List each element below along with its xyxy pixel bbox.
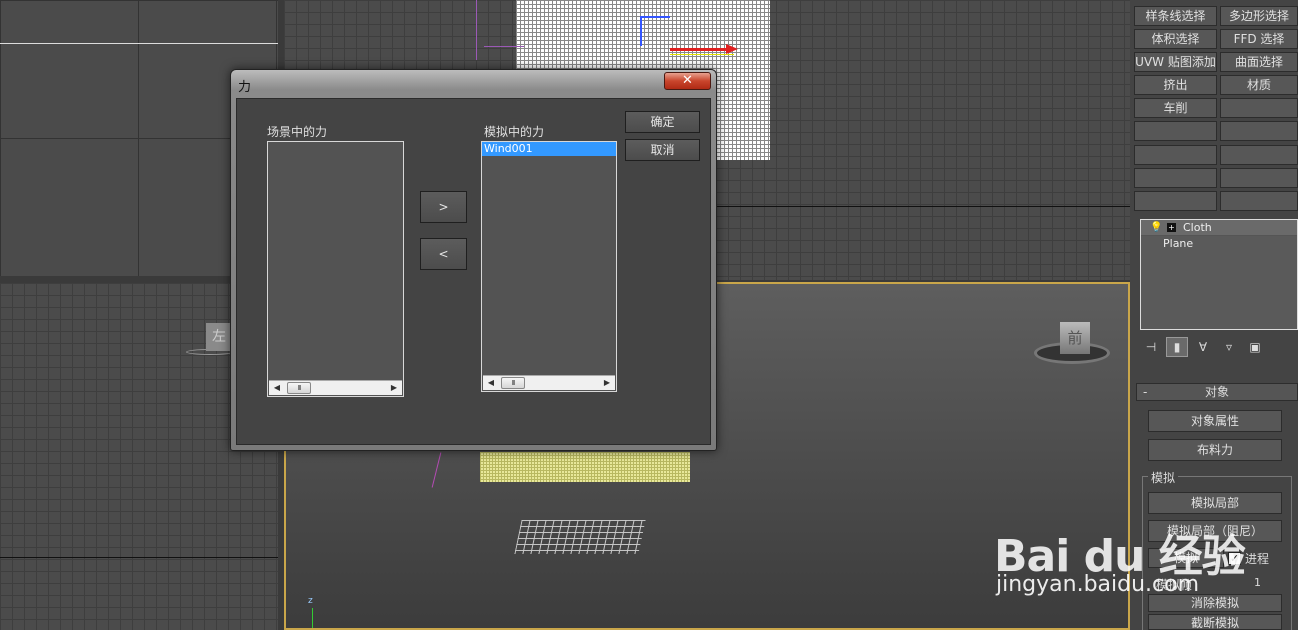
modifier-button[interactable]: 样条线选择 bbox=[1134, 6, 1217, 26]
modifier-stack[interactable]: 💡 + Cloth Plane bbox=[1140, 219, 1298, 330]
dialog-title: 力 bbox=[238, 80, 252, 95]
modifier-button[interactable] bbox=[1220, 168, 1298, 188]
modifier-button[interactable]: 体积选择 bbox=[1134, 29, 1217, 49]
grid-axis-line bbox=[0, 557, 278, 558]
stack-toolbar: ⊣ ▮ ∀ ▿ ▣ bbox=[1140, 336, 1298, 358]
axis-tripod: z bbox=[308, 596, 350, 628]
modifier-button[interactable]: FFD 选择 bbox=[1220, 29, 1298, 49]
remove-modifier-icon[interactable]: ▿ bbox=[1218, 337, 1240, 357]
grid-axis-line bbox=[714, 206, 1130, 207]
scroll-right-icon[interactable]: ▶ bbox=[387, 381, 401, 395]
viewcube-left-label: 左 bbox=[206, 323, 232, 351]
cloth-plane-persp bbox=[480, 452, 690, 482]
pin-stack-icon[interactable]: ⊣ bbox=[1140, 337, 1162, 357]
modifier-button[interactable] bbox=[1134, 191, 1217, 211]
simulate-local-button[interactable]: 模拟局部 bbox=[1148, 492, 1282, 514]
cancel-button[interactable]: 取消 bbox=[625, 139, 700, 161]
sim-forces-list[interactable]: Wind001 ◀ III ▶ bbox=[481, 141, 617, 392]
wind-gizmo-line-h bbox=[484, 46, 524, 47]
modifier-button[interactable] bbox=[1134, 168, 1217, 188]
lightbulb-icon[interactable]: 💡 bbox=[1150, 220, 1162, 236]
scroll-thumb[interactable]: III bbox=[287, 382, 311, 394]
stack-item-plane[interactable]: Plane bbox=[1141, 236, 1297, 252]
scroll-right-icon[interactable]: ▶ bbox=[600, 376, 614, 390]
sim-forces-label: 模拟中的力 bbox=[484, 125, 545, 139]
viewcube-left[interactable]: 左 bbox=[186, 319, 234, 357]
modifier-button[interactable] bbox=[1220, 191, 1298, 211]
configure-modifier-sets-icon[interactable]: ▣ bbox=[1244, 337, 1266, 357]
force-list-item[interactable]: Wind001 bbox=[482, 142, 616, 156]
modifier-button[interactable] bbox=[1134, 121, 1217, 141]
viewcube-front-label: 前 bbox=[1060, 322, 1090, 354]
show-end-result-icon[interactable]: ▮ bbox=[1166, 337, 1188, 357]
wind-gizmo-line bbox=[431, 452, 442, 488]
rollout-object[interactable]: - 对象 bbox=[1136, 383, 1298, 401]
add-force-button[interactable]: > bbox=[420, 191, 467, 223]
make-unique-icon[interactable]: ∀ bbox=[1192, 337, 1214, 357]
rollout-title: 对象 bbox=[1204, 385, 1229, 399]
stack-item-plane-label: Plane bbox=[1163, 237, 1194, 250]
modifier-button[interactable] bbox=[1220, 98, 1298, 118]
sim-forces-scrollbar[interactable]: ◀ III ▶ bbox=[483, 375, 615, 390]
close-icon: ✕ bbox=[682, 73, 693, 88]
scroll-thumb[interactable]: III bbox=[501, 377, 525, 389]
modifier-button[interactable] bbox=[1134, 145, 1217, 165]
dialog-close-button[interactable]: ✕ bbox=[664, 72, 711, 90]
ok-button[interactable]: 确定 bbox=[625, 111, 700, 133]
wind-gizmo-line bbox=[476, 0, 477, 60]
cloth-forces-button[interactable]: 布料力 bbox=[1148, 439, 1282, 461]
remove-force-button[interactable]: < bbox=[420, 238, 467, 270]
forces-dialog[interactable]: 力 ✕ 场景中的力 模拟中的力 ◀ III ▶ > < Wind001 ◀ II… bbox=[230, 69, 717, 451]
simulation-group-label: 模拟 bbox=[1148, 469, 1179, 486]
rollout-collapse-icon[interactable]: - bbox=[1143, 384, 1147, 400]
stack-item-cloth[interactable]: 💡 + Cloth bbox=[1141, 220, 1297, 236]
viewcube-front[interactable]: 前 bbox=[1034, 320, 1110, 370]
move-gizmo[interactable] bbox=[640, 14, 740, 74]
scene-forces-list[interactable]: ◀ III ▶ bbox=[267, 141, 404, 397]
ground-plane-grid bbox=[514, 520, 646, 554]
grid-axis-line bbox=[0, 43, 278, 44]
scene-forces-scrollbar[interactable]: ◀ III ▶ bbox=[269, 380, 402, 395]
expand-plus-icon[interactable]: + bbox=[1167, 223, 1176, 232]
modifier-button[interactable]: 曲面选择 bbox=[1220, 52, 1298, 72]
dialog-body: 场景中的力 模拟中的力 ◀ III ▶ > < Wind001 ◀ III ▶ … bbox=[236, 98, 711, 445]
scroll-left-icon[interactable]: ◀ bbox=[484, 376, 498, 390]
modifier-button[interactable]: UVW 贴图添加 bbox=[1134, 52, 1217, 72]
progress-label: 进程 bbox=[1245, 551, 1270, 566]
scene-forces-label: 场景中的力 bbox=[267, 125, 328, 139]
modifier-button[interactable]: 材质 bbox=[1220, 75, 1298, 95]
modifier-button[interactable] bbox=[1220, 121, 1298, 141]
object-properties-button[interactable]: 对象属性 bbox=[1148, 410, 1282, 432]
scroll-left-icon[interactable]: ◀ bbox=[270, 381, 284, 395]
axis-z-label: z bbox=[308, 596, 313, 606]
sim-frames-value[interactable]: 1 bbox=[1254, 576, 1261, 589]
watermark-url: jingyan.baidu.com bbox=[996, 572, 1200, 597]
modifier-button[interactable] bbox=[1220, 145, 1298, 165]
modifier-button[interactable]: 车削 bbox=[1134, 98, 1217, 118]
modifier-button[interactable]: 多边形选择 bbox=[1220, 6, 1298, 26]
truncate-simulation-button[interactable]: 截断模拟 bbox=[1148, 614, 1282, 630]
modifier-button[interactable]: 挤出 bbox=[1134, 75, 1217, 95]
